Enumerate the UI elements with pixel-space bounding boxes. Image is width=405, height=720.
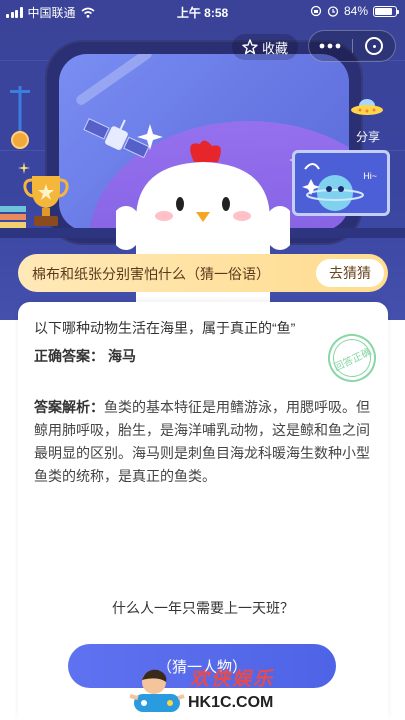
ufo-icon [351, 99, 383, 115]
stamp-text: 回答正确 [332, 346, 374, 374]
close-button[interactable] [353, 31, 396, 61]
miniprogram-capsule [308, 30, 396, 62]
close-icon [364, 37, 383, 55]
answer-value: 海马 [108, 348, 136, 364]
more-button[interactable] [309, 31, 352, 61]
chicken-mascot [116, 140, 290, 320]
next-question: 什么人一年只需要上一天班？ [112, 600, 294, 616]
status-bar: 中国联通 上午 8:58 84% [0, 0, 405, 22]
battery-icon [373, 5, 399, 17]
alien-board: Hi~ [292, 150, 390, 216]
hero-scene: Hi~ 中国联通 上午 8:58 84% 收藏 分享 棉布和纸张分别害怕什么（猜… [0, 0, 405, 320]
favorite-label: 收藏 [262, 40, 289, 56]
riddle-banner: 棉布和纸张分别害怕什么（猜一俗语） 去猜猜 [18, 254, 388, 292]
favorite-button[interactable]: 收藏 [232, 34, 299, 60]
trophy-icon [23, 176, 69, 226]
analysis-label: 答案解析： [34, 399, 104, 415]
question-text: 以下哪种动物生活在海里，属于真正的“鱼” [34, 320, 296, 336]
more-dots-icon [319, 43, 341, 49]
star-icon [242, 39, 258, 55]
answer-card: 以下哪种动物生活在海里，属于真正的“鱼” 正确答案： 海马 回答正确 答案解析：鱼… [18, 302, 388, 720]
status-right: 84% [310, 4, 399, 18]
correct-answer: 正确答案： 海马 [34, 346, 136, 366]
watermark: 欢侠娱乐 HK1C.COM [128, 660, 298, 720]
answer-label: 正确答案： [34, 348, 104, 364]
medal-icon [10, 86, 30, 149]
books [0, 206, 26, 228]
alien-speech: Hi~ [363, 171, 377, 181]
watermark-en: HK1C.COM [188, 694, 274, 711]
sparkle-icon [18, 162, 30, 174]
battery-fill [375, 7, 392, 15]
alarm-icon [327, 6, 339, 17]
glass-shine [74, 54, 154, 107]
alien-planet-icon [302, 163, 364, 211]
share-label: 分享 [355, 130, 380, 144]
gamer-logo-icon [129, 669, 185, 712]
rotation-lock-icon [310, 5, 322, 17]
go-guess-button[interactable]: 去猜猜 [316, 259, 384, 287]
watermark-cn: 欢侠娱乐 [190, 668, 275, 690]
battery-percent: 84% [343, 4, 368, 18]
analysis: 答案解析：鱼类的基本特征是用鳍游泳，用腮呼吸。但鲸用肺呼吸，胎生，是海洋哺乳动物… [34, 396, 372, 488]
share-button[interactable]: 分享 [346, 94, 390, 150]
riddle-text: 棉布和纸张分别害怕什么（猜一俗语） [32, 266, 270, 282]
